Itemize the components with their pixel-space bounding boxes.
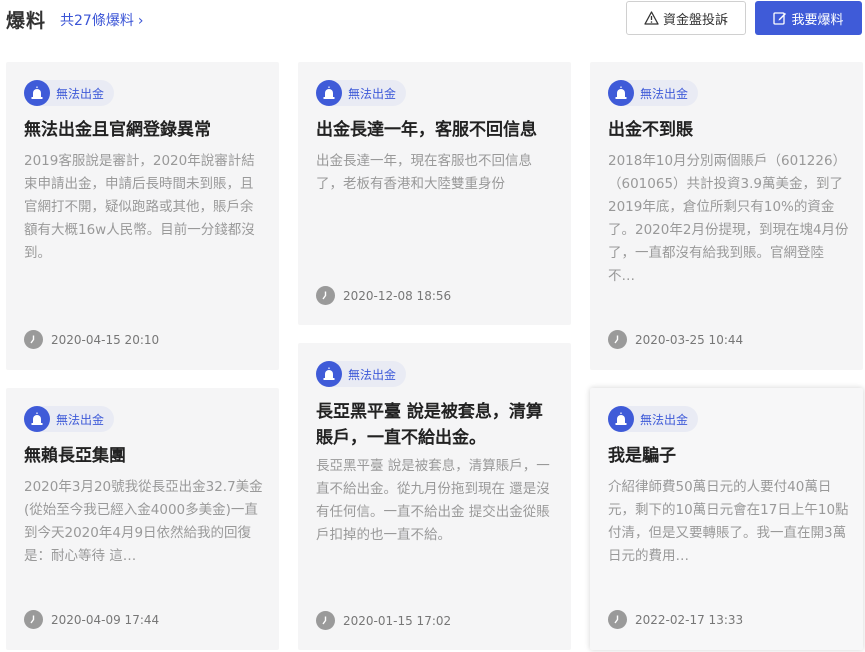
clock-icon [608,610,627,629]
page-title: 爆料 [6,10,47,32]
card-body: 介紹律師費50萬日元的人要付40萬日元，剩下的10萬日元會在17日上午10點付清… [608,479,849,564]
card-timestamp: 2020-03-25 10:44 [608,330,743,349]
category-tag: 無法出金 [316,80,407,106]
clock-icon [24,610,43,629]
card-timestamp: 2020-04-15 20:10 [24,330,159,349]
timestamp-text: 2020-04-15 20:10 [51,332,160,347]
report-button-label: 我要爆料 [791,12,844,28]
card-body: 長亞黑平臺 說是被套息，清算賬戶，一直不給出金。從九月份拖到現在 還是沒有任何信… [316,458,550,543]
alarm-light-icon [608,406,634,432]
report-card[interactable]: 無法出金 無賴長亞集團 2020年3月20號我從長亞出金32.7美金(從始至今我… [6,388,279,650]
category-tag: 無法出金 [24,406,115,432]
card-body: 2019客服說是審計，2020年說審計結束申請出金，申請后長時間未到賬，且官網打… [24,153,255,261]
timestamp-text: 2022-02-17 13:33 [635,612,744,627]
timestamp-text: 2020-01-15 17:02 [343,613,452,628]
clock-icon [608,330,627,349]
report-count-link[interactable]: 共27條爆料 › [60,10,143,30]
category-tag-label: 無法出金 [640,86,689,101]
alarm-light-icon [316,361,342,387]
category-tag: 無法出金 [608,406,699,432]
card-title: 出金不到賬 [608,120,693,140]
warning-icon [644,11,659,25]
alarm-light-icon [316,80,342,106]
clock-icon [316,611,335,630]
category-tag-label: 無法出金 [348,86,397,101]
card-timestamp: 2020-12-08 18:56 [316,286,451,305]
category-tag-label: 無法出金 [348,367,397,382]
complaint-button-label: 資金盤投訴 [662,12,728,28]
report-card[interactable]: 無法出金 出金長達一年，客服不回信息 出金長達一年，現在客服也不回信息了，老板有… [298,62,571,325]
card-title: 出金長達一年，客服不回信息 [316,120,537,140]
card-body: 2018年10月分別兩個賬戶（601226）（601065）共計投資3.9萬美金… [608,153,849,284]
clock-icon [316,286,335,305]
alarm-light-icon [608,80,634,106]
alarm-light-icon [24,406,50,432]
card-title: 無法出金且官網登錄異常 [24,120,211,140]
card-timestamp: 2020-04-09 17:44 [24,610,159,629]
submit-report-button[interactable]: 我要爆料 [755,1,862,35]
fund-scheme-complaint-button[interactable]: 資金盤投訴 [626,1,746,35]
card-title: 無賴長亞集團 [24,446,126,466]
report-count-label: 共27條爆料 [60,13,134,29]
category-tag-label: 無法出金 [640,412,689,427]
category-tag-label: 無法出金 [56,86,105,101]
report-card[interactable]: 無法出金 長亞黑平臺 說是被套息，清算賬戶，一直不給出金。 長亞黑平臺 說是被套… [298,343,571,650]
category-tag: 無法出金 [316,361,407,387]
card-timestamp: 2022-02-17 13:33 [608,610,743,629]
report-card[interactable]: 無法出金 出金不到賬 2018年10月分別兩個賬戶（601226）（601065… [590,62,863,370]
timestamp-text: 2020-12-08 18:56 [343,288,452,303]
timestamp-text: 2020-04-09 17:44 [51,612,160,627]
card-title: 我是騙子 [608,446,676,466]
clock-icon [24,330,43,349]
chevron-right-icon: › [137,13,144,29]
category-tag-label: 無法出金 [56,412,105,427]
category-tag: 無法出金 [608,80,699,106]
alarm-light-icon [24,80,50,106]
card-body: 出金長達一年，現在客服也不回信息了，老板有香港和大陸雙重身份 [316,153,532,192]
card-body: 2020年3月20號我從長亞出金32.7美金(從始至今我已經入金4000多美金)… [24,479,263,564]
card-title: 長亞黑平臺 說是被套息，清算賬戶，一直不給出金。 [316,402,543,448]
edit-icon [773,11,787,25]
report-card[interactable]: 無法出金 我是騙子 介紹律師費50萬日元的人要付40萬日元，剩下的10萬日元會在… [590,388,863,650]
report-card[interactable]: 無法出金 無法出金且官網登錄異常 2019客服說是審計，2020年說審計結束申請… [6,62,279,370]
category-tag: 無法出金 [24,80,115,106]
timestamp-text: 2020-03-25 10:44 [635,332,744,347]
page-header: 爆料 共27條爆料 › 資金盤投訴 我要爆料 [0,0,865,40]
card-timestamp: 2020-01-15 17:02 [316,611,451,630]
